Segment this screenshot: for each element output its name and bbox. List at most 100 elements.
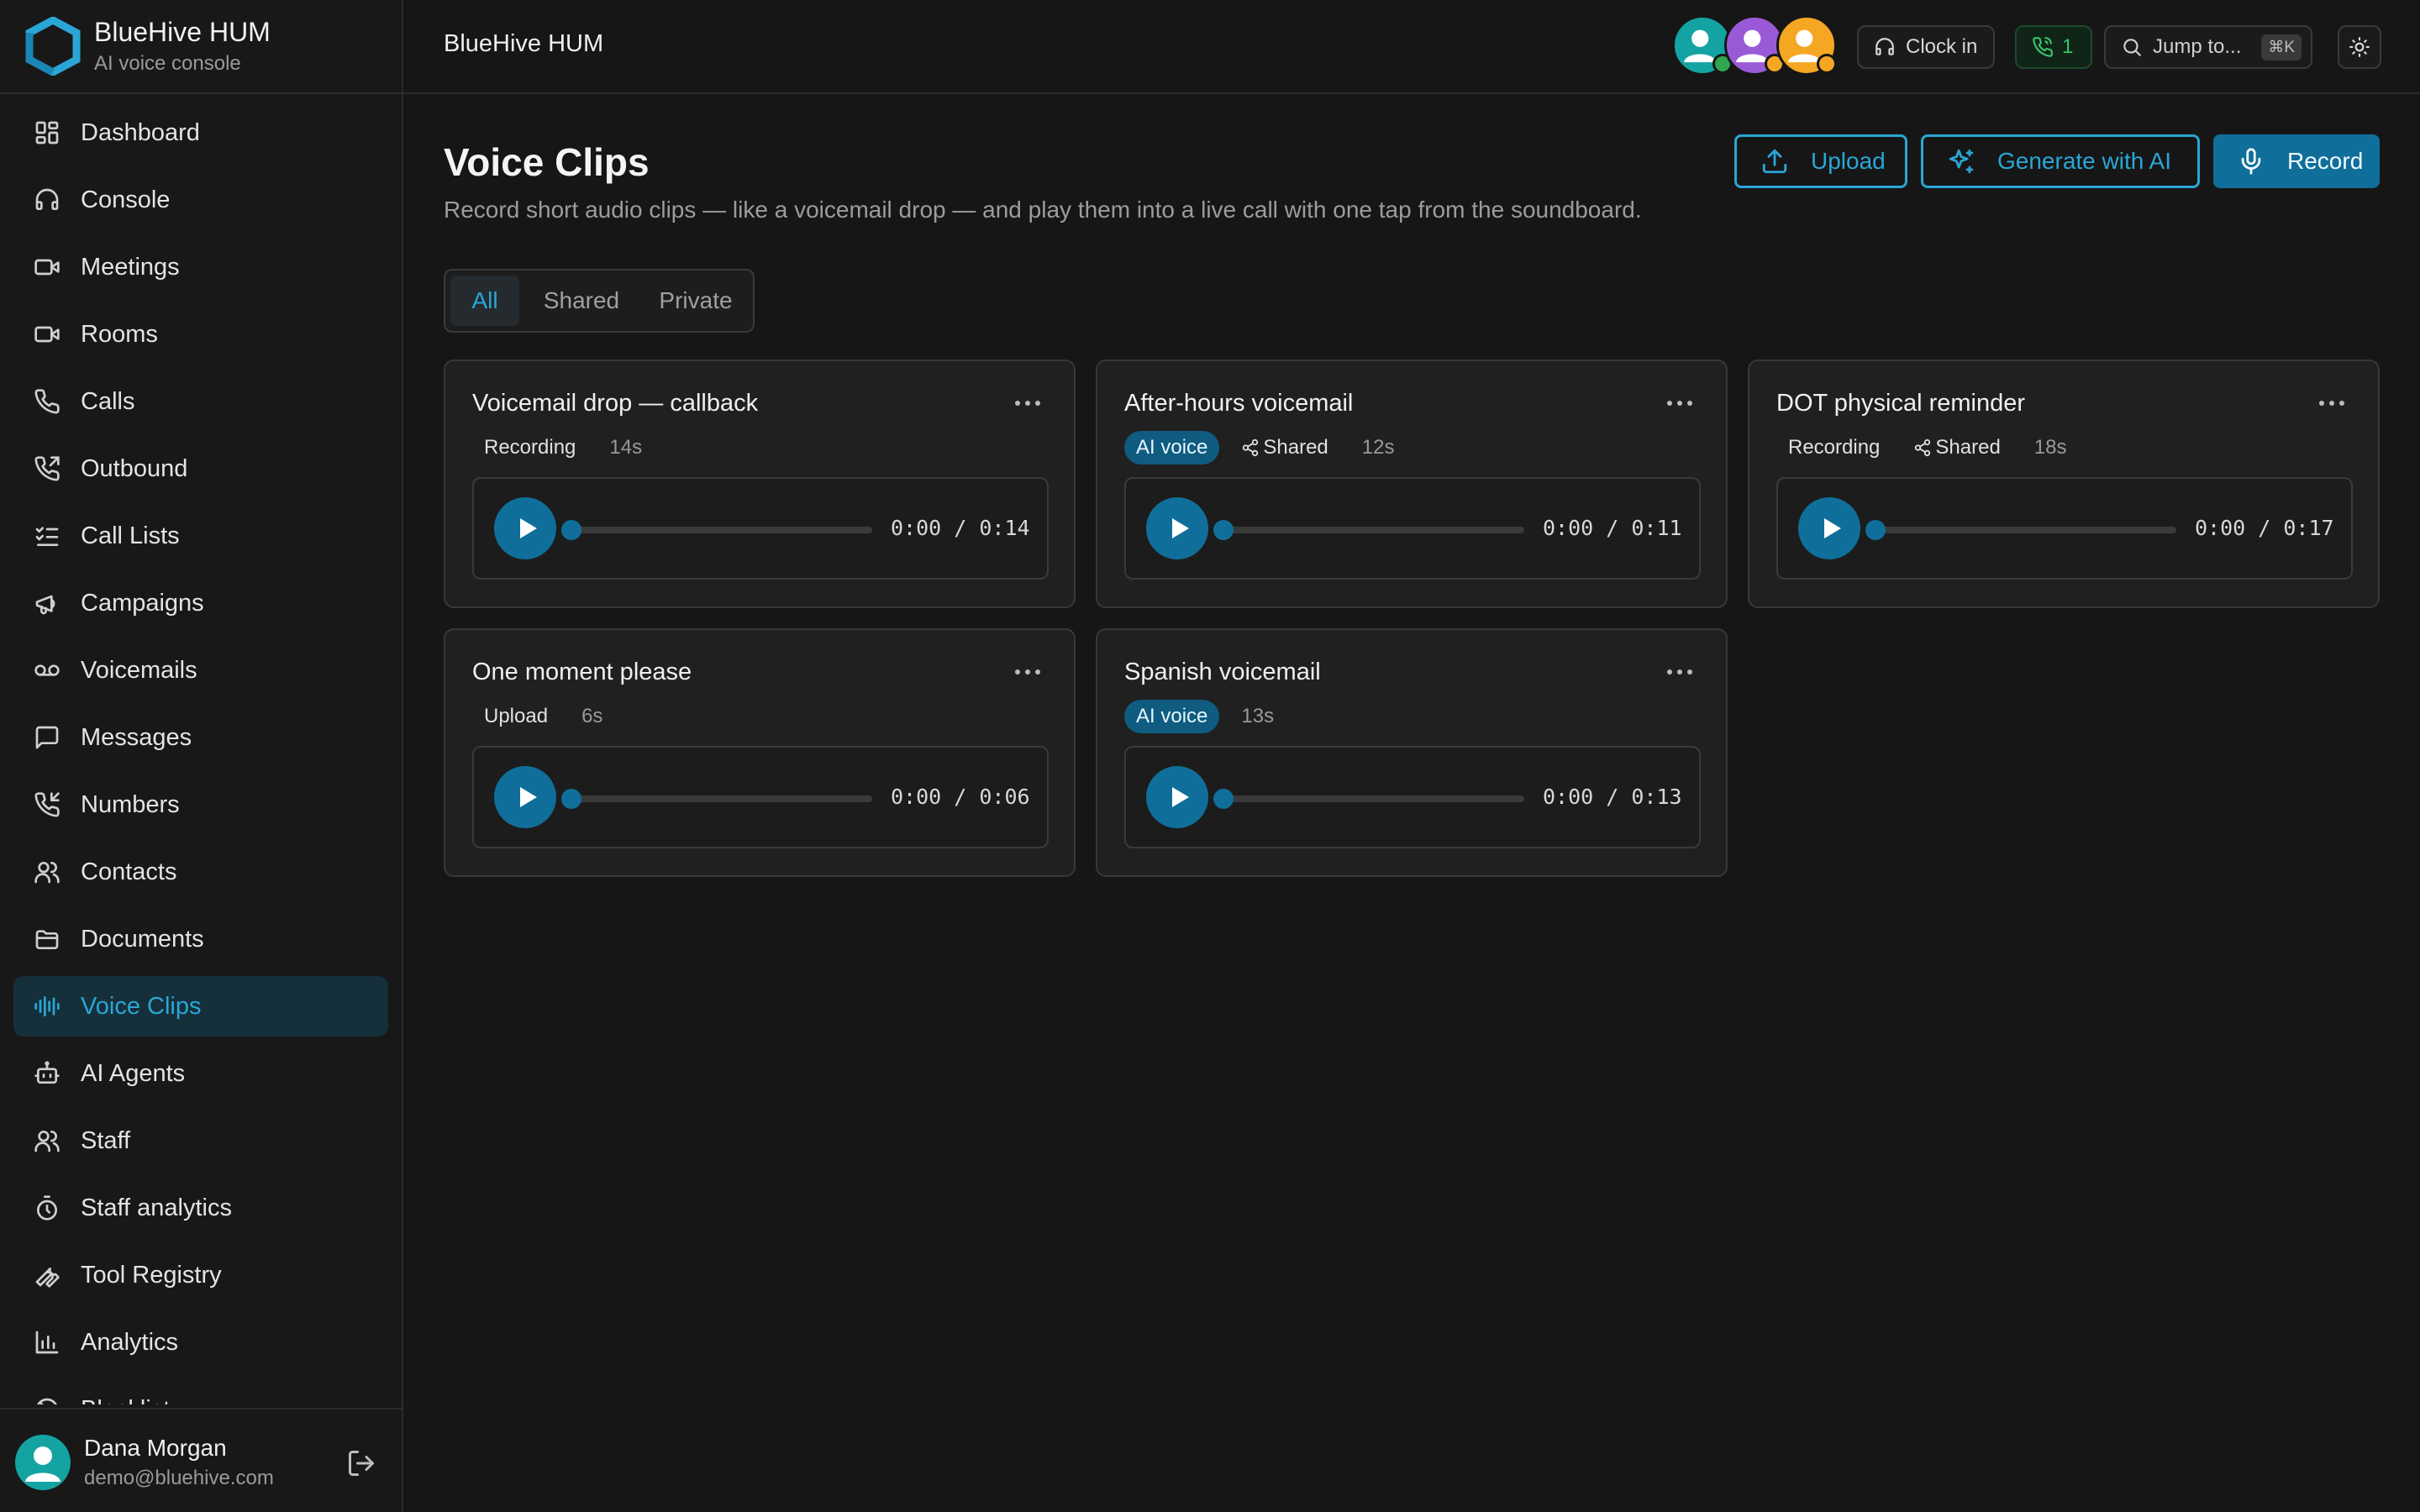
sidebar-item-label: Analytics — [81, 1328, 179, 1356]
upload-icon — [1762, 149, 1787, 174]
seek-handle[interactable] — [561, 520, 581, 540]
audio-player: 0:00 / 0:13 — [1124, 746, 1701, 848]
record-button[interactable]: Record — [2213, 134, 2380, 188]
tab-all[interactable]: All — [450, 276, 519, 326]
clip-source-badge: AI voice — [1124, 431, 1220, 465]
headset-icon — [1876, 38, 1894, 55]
sidebar-item-campaigns[interactable]: Campaigns — [13, 573, 388, 633]
audio-player: 0:00 / 0:06 — [472, 746, 1049, 848]
phone-call-icon — [2033, 37, 2053, 57]
sidebar-item-voicemails[interactable]: Voicemails — [13, 640, 388, 701]
sidebar-item-numbers[interactable]: Numbers — [13, 774, 388, 835]
sidebar-item-analytics[interactable]: Analytics — [13, 1312, 388, 1373]
tab-shared[interactable]: Shared — [526, 276, 637, 326]
sidebar-item-staff-analytics[interactable]: Staff analytics — [13, 1178, 388, 1238]
seek-handle[interactable] — [1865, 520, 1886, 540]
upload-button[interactable]: Upload — [1734, 134, 1907, 188]
seek-handle[interactable] — [1213, 520, 1234, 540]
play-button[interactable] — [494, 497, 556, 559]
clip-duration: 14s — [609, 436, 643, 459]
avatar[interactable] — [15, 1435, 71, 1490]
seek-bar[interactable] — [1218, 527, 1524, 533]
sidebar-item-label: Contacts — [81, 858, 177, 885]
more-options-icon[interactable] — [2317, 395, 2346, 412]
theme-toggle-button[interactable] — [2338, 25, 2381, 69]
sidebar-item-messages[interactable]: Messages — [13, 707, 388, 768]
seek-bar[interactable] — [566, 795, 872, 802]
page-subtitle: Record short audio clips — like a voicem… — [444, 197, 1642, 223]
sidebar-item-rooms[interactable]: Rooms — [13, 304, 388, 365]
sidebar-item-documents[interactable]: Documents — [13, 909, 388, 969]
sidebar-item-blacklist[interactable]: Blacklist — [13, 1379, 388, 1404]
phone-outgoing-icon — [34, 455, 60, 482]
search-icon — [2123, 39, 2141, 56]
playback-time: 0:00 / 0:14 — [891, 516, 1030, 540]
wrench-icon — [34, 1262, 60, 1289]
sidebar-item-calls[interactable]: Calls — [13, 371, 388, 432]
share-icon — [1915, 438, 1931, 457]
voicemail-icon — [34, 657, 60, 684]
page-title: Voice Clips — [444, 140, 650, 184]
seek-handle[interactable] — [561, 789, 581, 809]
clip-source-badge: AI voice — [1124, 700, 1220, 733]
sidebar: BlueHive HUM AI voice console Dashboard C… — [0, 0, 403, 1512]
sidebar-item-contacts[interactable]: Contacts — [13, 842, 388, 902]
generate-with-ai-button[interactable]: Generate with AI — [1921, 134, 2200, 188]
sidebar-item-label: Numbers — [81, 790, 180, 818]
sidebar-item-call-lists[interactable]: Call Lists — [13, 506, 388, 566]
play-button[interactable] — [1146, 497, 1208, 559]
sidebar-nav: Dashboard Console Meetings Rooms Calls Outbou… — [0, 102, 402, 1404]
sidebar-item-voice-clips[interactable]: Voice Clips — [13, 976, 388, 1037]
playback-time: 0:00 / 0:17 — [2195, 516, 2334, 540]
keyboard-shortcut: ⌘K — [2261, 34, 2302, 60]
playback-time: 0:00 / 0:06 — [891, 785, 1030, 809]
record-label: Record — [2287, 148, 2364, 174]
clip-duration: 12s — [1361, 436, 1395, 459]
megaphone-icon — [34, 590, 60, 617]
clock-in-button[interactable]: Clock in — [1857, 25, 1995, 69]
play-button[interactable] — [1798, 497, 1860, 559]
clip-meta: Recording 14s — [472, 430, 642, 465]
message-icon — [34, 724, 60, 751]
clip-duration: 6s — [581, 705, 603, 727]
more-options-icon[interactable] — [1665, 664, 1694, 680]
bot-icon — [34, 1060, 60, 1087]
sidebar-item-dashboard[interactable]: Dashboard — [13, 102, 388, 163]
seek-bar[interactable] — [566, 527, 872, 533]
clip-title: After-hours voicemail — [1124, 390, 1354, 417]
sidebar-item-ai-agents[interactable]: AI Agents — [13, 1043, 388, 1104]
more-options-icon[interactable] — [1665, 395, 1694, 412]
seek-bar[interactable] — [1870, 527, 2176, 533]
play-icon — [520, 518, 537, 538]
sidebar-item-tool-registry[interactable]: Tool Registry — [13, 1245, 388, 1305]
more-options-icon[interactable] — [1013, 664, 1042, 680]
video-icon — [34, 254, 60, 281]
more-options-icon[interactable] — [1013, 395, 1042, 412]
sidebar-item-staff[interactable]: Staff — [13, 1110, 388, 1171]
audio-player: 0:00 / 0:14 — [472, 477, 1049, 580]
jump-to-search[interactable]: Jump to... ⌘K — [2104, 25, 2312, 69]
play-icon — [1172, 518, 1189, 538]
seek-handle[interactable] — [1213, 789, 1234, 809]
tab-private[interactable]: Private — [640, 276, 751, 326]
play-icon — [1824, 518, 1841, 538]
active-calls-button[interactable]: 1 — [2015, 25, 2092, 69]
video-icon — [34, 321, 60, 348]
clip-title: DOT physical reminder — [1776, 390, 2026, 417]
online-users[interactable] — [1672, 15, 1840, 79]
sidebar-item-meetings[interactable]: Meetings — [13, 237, 388, 297]
voice-clip-card: DOT physical reminder Recording Shared 18s 0… — [1748, 360, 2380, 608]
sidebar-item-label: Console — [81, 186, 171, 213]
logout-icon[interactable] — [346, 1448, 376, 1478]
folder-icon — [34, 926, 60, 953]
sidebar-item-outbound[interactable]: Outbound — [13, 438, 388, 499]
clip-title: One moment please — [472, 659, 692, 685]
ban-icon — [34, 1396, 60, 1404]
play-button[interactable] — [494, 766, 556, 828]
sidebar-item-console[interactable]: Console — [13, 170, 388, 230]
bar-chart-icon — [34, 1329, 60, 1356]
seek-bar[interactable] — [1218, 795, 1524, 802]
audio-player: 0:00 / 0:11 — [1124, 477, 1701, 580]
topbar: BlueHive HUM Clock in 1 Jump to... ⌘K — [403, 0, 2420, 94]
play-button[interactable] — [1146, 766, 1208, 828]
